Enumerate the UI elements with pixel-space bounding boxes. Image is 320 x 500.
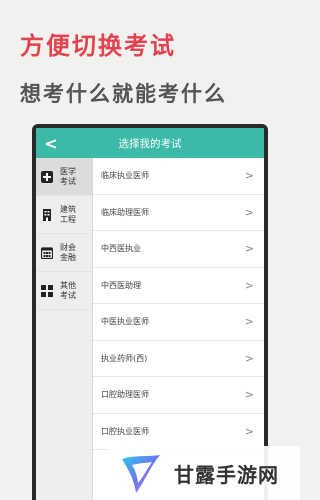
- sidebar-item-medical[interactable]: 医学考试: [36, 158, 92, 196]
- grid-icon: [41, 284, 53, 297]
- list-item[interactable]: 中医执业医师 >: [93, 304, 264, 341]
- list-item-label: 口腔助理医师: [101, 390, 149, 400]
- watermark-text: 甘露手游网: [174, 462, 279, 487]
- list-item-label: 口腔执业医师: [101, 426, 149, 436]
- chevron-right-icon: >: [244, 351, 254, 365]
- sidebar-item-finance[interactable]: 财会金融: [36, 234, 92, 272]
- sidebar-item-label: 医学考试: [60, 166, 76, 186]
- sidebar-item-label: 财会金融: [60, 242, 76, 262]
- chevron-right-icon: >: [244, 278, 254, 292]
- back-button[interactable]: <: [36, 128, 66, 158]
- watermark: 甘露手游网: [108, 446, 300, 500]
- watermark-logo-icon: [122, 455, 160, 493]
- promo-title: 方便切换考试: [20, 32, 176, 60]
- sidebar-item-other[interactable]: 其他考试: [36, 272, 92, 310]
- list-item-label: 中西医助理: [101, 280, 141, 290]
- list-item[interactable]: 临床助理医师 >: [93, 195, 264, 231]
- list-item[interactable]: 口腔助理医师 >: [93, 377, 264, 414]
- list-item[interactable]: 口腔执业医师 >: [93, 414, 264, 450]
- building-icon: [43, 208, 51, 221]
- list-item-label: 临床助理医师: [101, 207, 149, 217]
- sidebar-item-label: 建筑工程: [60, 204, 76, 224]
- chevron-right-icon: >: [244, 169, 254, 183]
- list-item-label: 中医执业医师: [101, 317, 149, 327]
- category-sidebar: 医学考试 建筑工程 财会金融 其他考试: [36, 158, 93, 500]
- app-header: < 选择我的考试: [36, 128, 264, 158]
- chevron-right-icon: >: [244, 388, 254, 402]
- phone-frame: < 选择我的考试 医学考试 建筑工程 财会金融 其他考试 临床执业医师 > 临床…: [32, 124, 268, 500]
- chevron-right-icon: >: [244, 315, 254, 329]
- promo-subtitle: 想考什么就能考什么: [20, 82, 227, 106]
- list-item-label: 执业药师(西): [101, 353, 148, 363]
- list-item[interactable]: 执业药师(西) >: [93, 341, 264, 377]
- page-title: 选择我的考试: [118, 137, 182, 150]
- app-screen: < 选择我的考试 医学考试 建筑工程 财会金融 其他考试 临床执业医师 > 临床…: [36, 128, 264, 500]
- chevron-right-icon: >: [244, 205, 254, 219]
- list-item[interactable]: 中西医执业 >: [93, 231, 264, 268]
- chevron-right-icon: >: [244, 424, 254, 438]
- sidebar-item-label: 其他考试: [60, 280, 76, 300]
- chevron-right-icon: >: [244, 242, 254, 256]
- plus-square-icon: [41, 170, 53, 183]
- chevron-left-icon: <: [44, 133, 58, 153]
- list-item-label: 临床执业医师: [101, 171, 149, 181]
- list-item[interactable]: 中西医助理 >: [93, 268, 264, 304]
- list-item-label: 中西医执业: [101, 244, 141, 254]
- list-item[interactable]: 临床执业医师 >: [93, 158, 264, 195]
- calculator-icon: [41, 246, 53, 259]
- sidebar-item-construction[interactable]: 建筑工程: [36, 196, 92, 234]
